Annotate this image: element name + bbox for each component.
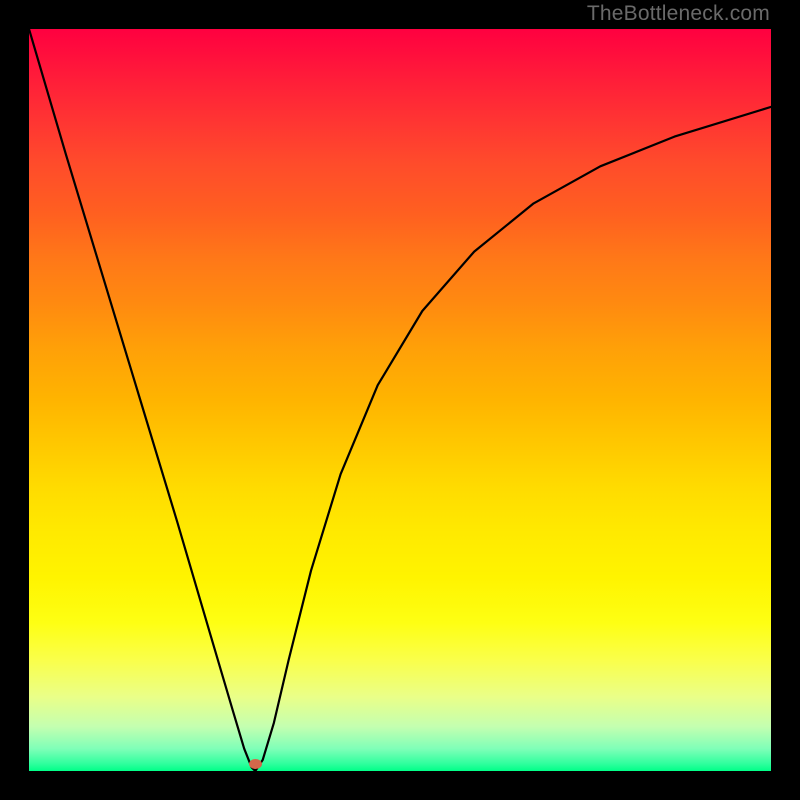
- bottleneck-curve: [29, 29, 771, 771]
- watermark-text: TheBottleneck.com: [587, 2, 770, 26]
- chart-frame: TheBottleneck.com: [0, 0, 800, 800]
- plot-area: [29, 29, 771, 771]
- curve-path: [29, 29, 771, 771]
